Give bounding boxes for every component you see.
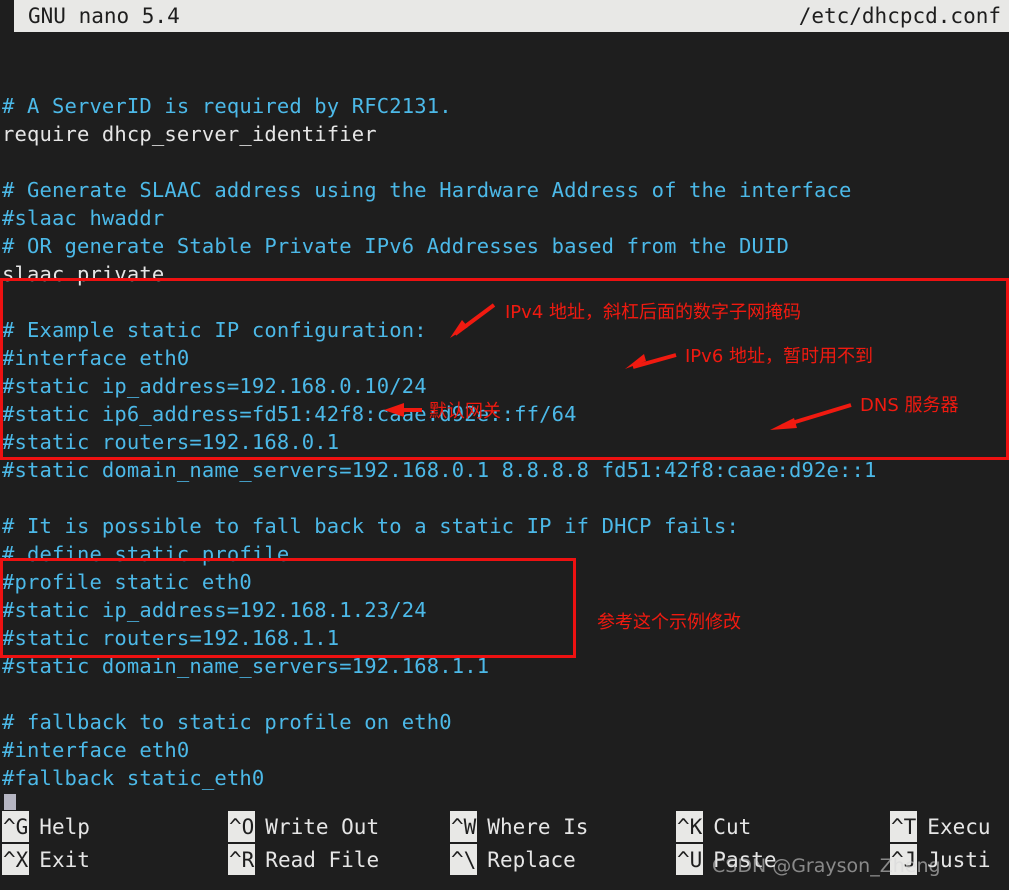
shortcut-label: Replace: [487, 847, 576, 872]
shortcut-label: Read File: [265, 847, 380, 872]
app-version-label: GNU nano 5.4: [28, 4, 180, 28]
shortcut-label: Write Out: [265, 814, 380, 839]
gateway-note: 默认网关: [429, 401, 501, 422]
shortcut-paste[interactable]: ^U Paste: [676, 843, 777, 876]
shortcut-label: Paste: [713, 847, 777, 872]
editor-text-area[interactable]: # A ServerID is required by RFC2131. requ…: [0, 32, 1009, 819]
shortcut-write-out[interactable]: ^O Write Out: [228, 810, 379, 843]
editor-line: #static domain_name_servers=192.168.1.1: [2, 654, 490, 678]
shortcut-read-file[interactable]: ^R Read File: [228, 843, 379, 876]
filename-label: /etc/dhcpcd.conf: [798, 4, 1001, 28]
editor-line: # It is possible to fall back to a stati…: [2, 514, 740, 538]
shortcut-label: Justi: [927, 847, 991, 872]
shortcut-replace[interactable]: ^\ Replace: [450, 843, 576, 876]
editor-line: #static ip_address=192.168.1.23/24: [2, 598, 427, 622]
shortcut-key: ^O: [228, 811, 256, 842]
editor-line: #interface eth0: [2, 346, 190, 370]
titlebar-left-gap: [0, 0, 14, 32]
shortcut-cut[interactable]: ^K Cut: [676, 810, 751, 843]
editor-line: #profile static eth0: [2, 570, 252, 594]
shortcut-label: Execu: [927, 814, 991, 839]
modify-example-note: 参考这个示例修改: [597, 612, 741, 633]
shortcut-label: Where Is: [487, 814, 589, 839]
shortcut-key: ^T: [890, 811, 918, 842]
shortcut-key: ^K: [676, 811, 704, 842]
editor-line: #static domain_name_servers=192.168.0.1 …: [2, 458, 877, 482]
ipv4-note: IPv4 地址，斜杠后面的数字子网掩码: [505, 302, 801, 323]
shortcut-justi[interactable]: ^J Justi: [890, 843, 991, 876]
editor-line: # Generate SLAAC address using the Hardw…: [2, 178, 852, 202]
editor-line: slaac private: [2, 262, 165, 286]
shortcut-key: ^J: [890, 844, 918, 875]
editor-line: # define static profile: [2, 542, 290, 566]
ipv6-note: IPv6 地址，暂时用不到: [685, 346, 873, 367]
shortcut-label: Exit: [39, 847, 90, 872]
titlebar: GNU nano 5.4 /etc/dhcpcd.conf: [0, 0, 1009, 32]
shortcut-label: Cut: [713, 814, 752, 839]
shortcut-execu[interactable]: ^T Execu: [890, 810, 991, 843]
shortcut-key: ^R: [228, 844, 256, 875]
editor-line: # A ServerID is required by RFC2131.: [2, 94, 452, 118]
editor-line: #interface eth0: [2, 738, 190, 762]
editor-line: #static ip_address=192.168.0.10/24: [2, 374, 427, 398]
editor-line: #fallback static_eth0: [2, 766, 265, 790]
shortcut-bar: ^G Help ^X Exit ^O Write Out ^R Read File ^W Wher…: [0, 810, 1009, 890]
shortcut-key: ^U: [676, 844, 704, 875]
editor-line: require dhcp_server_identifier: [2, 122, 377, 146]
editor-line: # fallback to static profile on eth0: [2, 710, 452, 734]
shortcut-label: Help: [39, 814, 90, 839]
editor-line: # OR generate Stable Private IPv6 Addres…: [2, 234, 789, 258]
shortcut-help[interactable]: ^G Help: [2, 810, 90, 843]
shortcut-key: ^W: [450, 811, 478, 842]
shortcut-key: ^X: [2, 844, 30, 875]
editor-line: #static routers=192.168.0.1: [2, 430, 340, 454]
dns-note: DNS 服务器: [860, 395, 959, 416]
shortcut-where-is[interactable]: ^W Where Is: [450, 810, 588, 843]
nano-editor-window: GNU nano 5.4 /etc/dhcpcd.conf # A Server…: [0, 0, 1009, 890]
editor-line: #static routers=192.168.1.1: [2, 626, 340, 650]
shortcut-key: ^\: [450, 844, 478, 875]
editor-line: #slaac hwaddr: [2, 206, 165, 230]
shortcut-exit[interactable]: ^X Exit: [2, 843, 90, 876]
editor-line: # Example static IP configuration:: [2, 318, 427, 342]
shortcut-key: ^G: [2, 811, 30, 842]
